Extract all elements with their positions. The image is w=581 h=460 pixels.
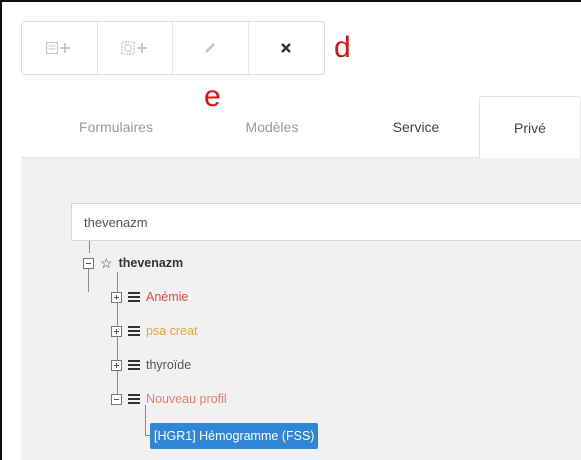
tab-bar: Formulaires Modèles Service Privé bbox=[21, 96, 581, 159]
expand-icon[interactable] bbox=[111, 291, 122, 303]
tree-root-label: thevenazm bbox=[118, 256, 184, 270]
tree-item-label: thyroïde bbox=[146, 358, 192, 372]
tab-prive[interactable]: Privé bbox=[479, 96, 581, 159]
tree-item-nouveau-profil[interactable]: Nouveau profil bbox=[111, 389, 227, 409]
tree-connector bbox=[89, 241, 90, 253]
form-add-icon bbox=[46, 41, 71, 55]
tab-modeles[interactable]: Modèles bbox=[207, 96, 337, 158]
tree-connector bbox=[145, 405, 146, 435]
template-add-icon bbox=[121, 41, 147, 55]
list-icon bbox=[128, 394, 140, 404]
collapse-icon[interactable] bbox=[83, 257, 94, 269]
tree-item-psa-creat[interactable]: psa creat bbox=[111, 321, 197, 341]
tree-item-thyroide[interactable]: thyroïde bbox=[111, 355, 191, 375]
expand-icon[interactable] bbox=[111, 325, 122, 337]
tab-service[interactable]: Service bbox=[356, 96, 476, 158]
close-icon bbox=[281, 43, 292, 53]
tree-item-label: Anémie bbox=[146, 290, 189, 304]
tab-formulaires[interactable]: Formulaires bbox=[51, 96, 181, 158]
edit-button[interactable] bbox=[173, 22, 249, 74]
star-icon: ☆ bbox=[100, 255, 113, 271]
tree-item-anemie[interactable]: Anémie bbox=[111, 287, 188, 307]
add-form-button[interactable] bbox=[22, 22, 98, 74]
pencil-icon bbox=[205, 43, 216, 53]
annotation-d: d bbox=[334, 31, 351, 64]
expand-icon[interactable] bbox=[111, 359, 122, 371]
search-input[interactable] bbox=[71, 203, 581, 241]
toolbar bbox=[21, 21, 325, 75]
list-icon bbox=[128, 360, 140, 370]
tree-item-label: Nouveau profil bbox=[146, 392, 227, 406]
list-icon bbox=[128, 326, 140, 336]
collapse-icon[interactable] bbox=[111, 393, 122, 405]
tree-root[interactable]: ☆ thevenazm bbox=[83, 253, 183, 273]
tree-item-label: psa creat bbox=[146, 324, 198, 338]
close-button[interactable] bbox=[249, 22, 325, 74]
list-icon bbox=[128, 292, 140, 302]
add-template-button[interactable] bbox=[98, 22, 173, 74]
tree-item-selected-leaf[interactable]: [HGR1] Hémogramme (FSS) bbox=[150, 423, 319, 449]
